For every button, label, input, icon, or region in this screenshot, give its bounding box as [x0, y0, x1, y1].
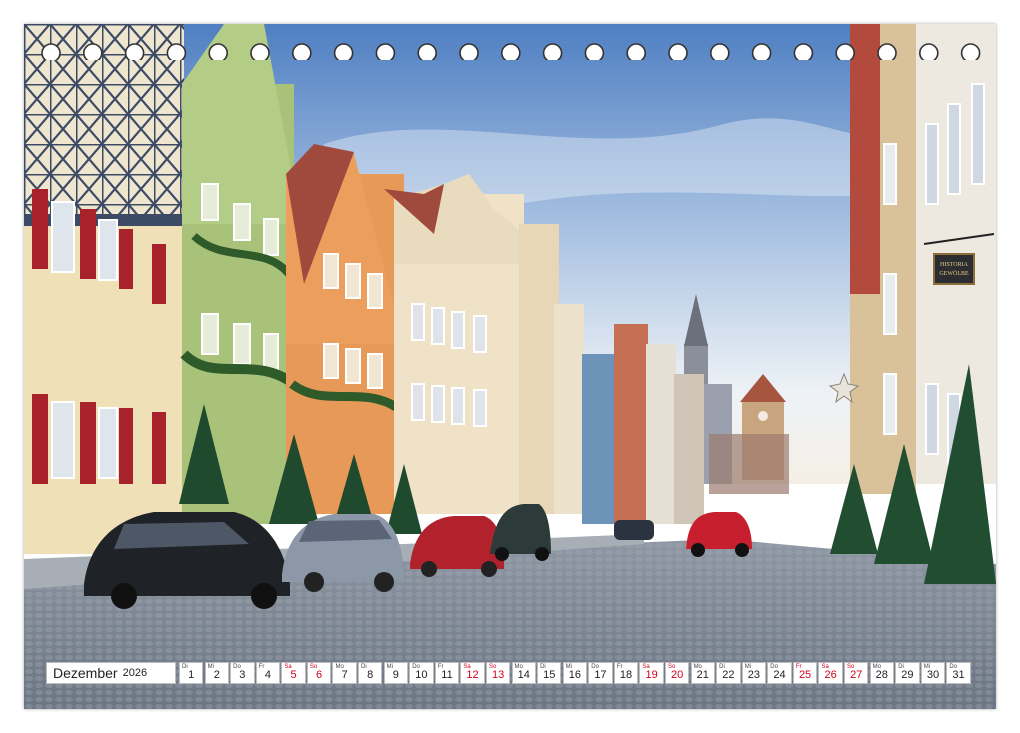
day-cell: So 13: [485, 662, 511, 684]
day-number: 27: [850, 669, 863, 681]
day-cell: Mo 7: [332, 662, 357, 684]
day-number: 31: [952, 669, 965, 681]
day-cell: Do 31: [946, 662, 971, 684]
day-number: 25: [798, 669, 812, 681]
day-cell: Mi 9: [383, 662, 409, 684]
day-number: 6: [316, 669, 323, 681]
car-silver: [282, 514, 404, 592]
day-number: 8: [367, 669, 374, 681]
day-number: 14: [517, 669, 530, 681]
day-number: 18: [619, 669, 633, 681]
day-cell: Do 10: [409, 662, 434, 684]
day-cell: So 20: [664, 662, 690, 684]
day-number: 2: [213, 669, 220, 681]
day-cell: Di 29: [895, 662, 920, 684]
day-number: 17: [594, 669, 607, 681]
day-number: 7: [341, 669, 348, 681]
day-number: 20: [671, 669, 684, 681]
day-number: 16: [568, 669, 581, 681]
day-cell: Do 3: [230, 662, 255, 684]
day-number: 5: [290, 669, 297, 681]
calendar-page: HISTORIA GEWÖLBE: [24, 24, 996, 709]
day-cell: Mi 23: [741, 662, 767, 684]
day-number: 30: [926, 669, 940, 681]
day-number: 21: [696, 669, 709, 681]
day-cell: Fr 18: [613, 662, 639, 684]
day-number: 15: [543, 669, 556, 681]
historia-gewoelbe-sign: HISTORIA GEWÖLBE: [933, 253, 975, 285]
day-number: 22: [722, 669, 735, 681]
day-number: 12: [466, 669, 479, 681]
svg-text:HISTORIA: HISTORIA: [940, 262, 969, 268]
month-year: 2026: [122, 667, 148, 679]
day-number: 10: [415, 669, 428, 681]
day-cell: Mo 28: [869, 662, 894, 684]
day-cell: So 6: [306, 662, 332, 684]
day-cells: Di 1 Mi 2 Do 3 Fr 4 Sa 5 So 6 Mo 7 Di 8 Mi 9 Do 10 Fr 11 Sa 12 S…: [179, 662, 972, 686]
day-cell: Di 22: [716, 662, 741, 684]
day-cell: Fr 4: [255, 662, 281, 684]
day-cell: Di 8: [358, 662, 383, 684]
day-cell: Sa 5: [281, 662, 306, 684]
day-number: 26: [824, 669, 837, 681]
day-cell: Sa 26: [818, 662, 843, 684]
svg-text:GEWÖLBE: GEWÖLBE: [939, 270, 969, 277]
day-cell: Mi 2: [204, 662, 229, 684]
calendar-strip: Dezember 2026 Di 1 Mi 2 Do 3 Fr 4 Sa 5 So 6 Mo 7 Di 8 Mi…: [46, 662, 972, 686]
day-cell: Do 17: [588, 662, 613, 684]
day-cell: Mo 21: [690, 662, 715, 684]
month-label: Dezember 2026: [46, 662, 176, 684]
month-name: Dezember: [53, 665, 118, 681]
day-cell: Mo 14: [511, 662, 536, 684]
day-number: 13: [492, 669, 505, 681]
day-number: 11: [441, 669, 453, 681]
day-cell: Fr 11: [434, 662, 460, 684]
day-cell: Mi 16: [562, 662, 588, 684]
street-photo: HISTORIA GEWÖLBE: [24, 24, 996, 709]
day-number: 19: [645, 669, 658, 681]
day-cell: So 27: [844, 662, 869, 684]
day-number: 29: [901, 669, 914, 681]
day-cell: Mi 30: [920, 662, 946, 684]
day-cell: Sa 12: [460, 662, 485, 684]
day-cell: Do 24: [767, 662, 792, 684]
day-number: 28: [875, 669, 888, 681]
car-red: [410, 516, 504, 577]
day-cell: Di 1: [179, 662, 204, 684]
day-number: 23: [747, 669, 761, 681]
day-number: 3: [239, 669, 246, 681]
blue-house: [582, 354, 616, 524]
day-number: 9: [392, 669, 399, 681]
day-cell: Fr 25: [792, 662, 818, 684]
day-number: 4: [264, 669, 271, 681]
day-number: 1: [188, 669, 195, 681]
day-number: 24: [773, 669, 786, 681]
day-cell: Sa 19: [639, 662, 664, 684]
day-cell: Di 15: [537, 662, 562, 684]
